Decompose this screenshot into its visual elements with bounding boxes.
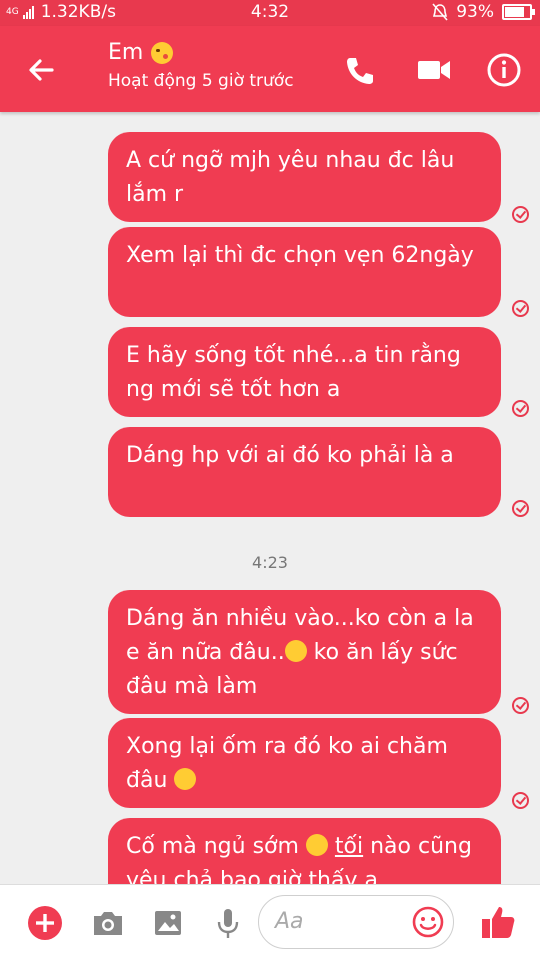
message-bubble[interactable]: Xong lại ốm ra đó ko ai chăm đâu — [108, 718, 501, 808]
message-text: E hãy sống tốt nhé...a tin rằng ng mới s… — [126, 343, 461, 402]
bell-muted-icon — [432, 3, 448, 21]
message-text: A cứ ngỡ mjh yêu nhau đc lâu lắm r — [126, 148, 455, 207]
message-text: Cố mà ngủ sớm — [126, 834, 306, 859]
confused-emoji-icon — [284, 640, 307, 662]
kissing-emoji-icon — [151, 41, 174, 64]
video-camera-icon[interactable] — [414, 50, 454, 90]
message-link-text[interactable]: tối — [335, 834, 363, 859]
read-check-icon — [512, 697, 529, 714]
message-bubble[interactable]: Cố mà ngủ sớm tối nào cũng yêu chả bao g… — [108, 818, 501, 884]
read-check-icon — [512, 400, 529, 417]
image-icon[interactable] — [150, 905, 186, 941]
disappointed-emoji-icon — [174, 768, 197, 790]
status-bar: 4G 1.32KB/s 4:32 93% — [0, 0, 540, 26]
composer-bar: Aa — [0, 884, 540, 961]
contact-info[interactable]: Em Hoạt động 5 giờ trước — [108, 40, 294, 91]
plus-icon[interactable] — [27, 905, 63, 941]
contact-name: Em — [108, 40, 144, 65]
sleeping-emoji-icon — [305, 834, 328, 856]
contact-status: Hoạt động 5 giờ trước — [108, 71, 294, 91]
emoji-icon[interactable] — [410, 904, 446, 940]
message-list[interactable]: A cứ ngỡ mjh yêu nhau đc lâu lắm r Xem l… — [0, 112, 540, 884]
info-icon[interactable] — [484, 50, 524, 90]
message-bubble[interactable]: Dáng ăn nhiều vào...ko còn a la e ăn nữa… — [108, 590, 501, 714]
read-check-icon — [512, 206, 529, 223]
microphone-icon[interactable] — [210, 905, 246, 941]
battery-percent: 93% — [456, 2, 494, 22]
read-check-icon — [512, 300, 529, 317]
message-bubble[interactable]: Dáng hp với ai đó ko phải là a — [108, 427, 501, 517]
conversation-header: Em Hoạt động 5 giờ trước — [0, 26, 540, 112]
timestamp: 4:23 — [252, 553, 288, 572]
thumbs-up-icon[interactable] — [478, 902, 518, 942]
phone-icon[interactable] — [340, 50, 380, 90]
message-text: Xem lại thì đc chọn vẹn 62ngày — [126, 243, 474, 268]
message-bubble[interactable]: E hãy sống tốt nhé...a tin rằng ng mới s… — [108, 327, 501, 417]
read-check-icon — [512, 792, 529, 809]
message-bubble[interactable]: A cứ ngỡ mjh yêu nhau đc lâu lắm r — [108, 132, 501, 222]
message-bubble[interactable]: Xem lại thì đc chọn vẹn 62ngày — [108, 227, 501, 317]
battery-icon — [502, 4, 535, 20]
camera-icon[interactable] — [90, 905, 126, 941]
message-placeholder: Aa — [275, 909, 304, 934]
read-check-icon — [512, 500, 529, 517]
back-arrow-icon[interactable] — [22, 50, 62, 90]
message-text: Dáng hp với ai đó ko phải là a — [126, 443, 454, 468]
